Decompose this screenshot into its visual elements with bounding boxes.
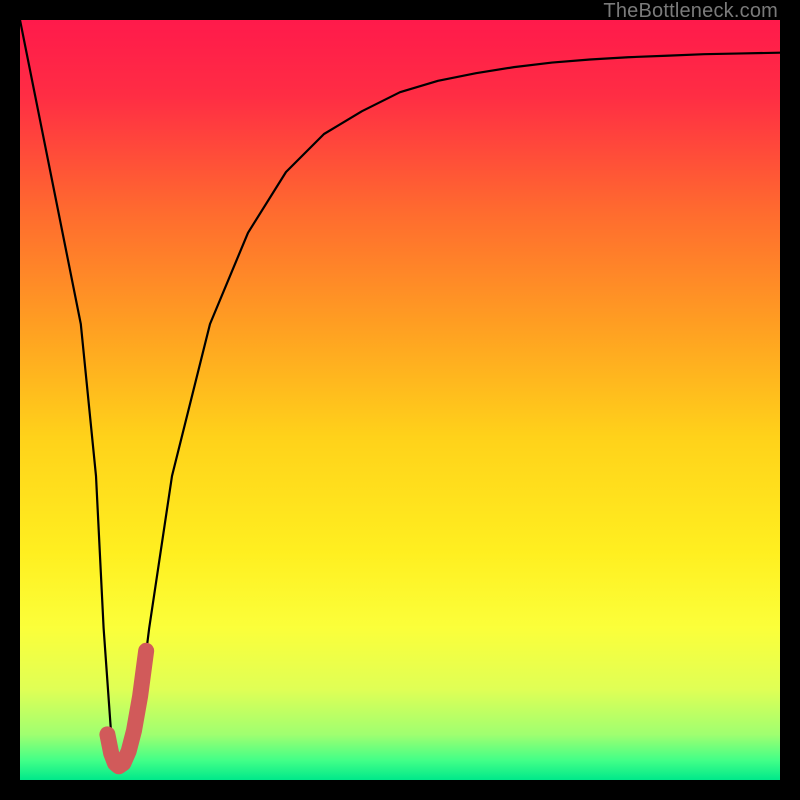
curve-layer xyxy=(20,20,780,780)
bottleneck-curve xyxy=(20,20,780,765)
plot-area xyxy=(20,20,780,780)
highlight-segment xyxy=(107,651,146,767)
chart-frame: TheBottleneck.com xyxy=(0,0,800,800)
